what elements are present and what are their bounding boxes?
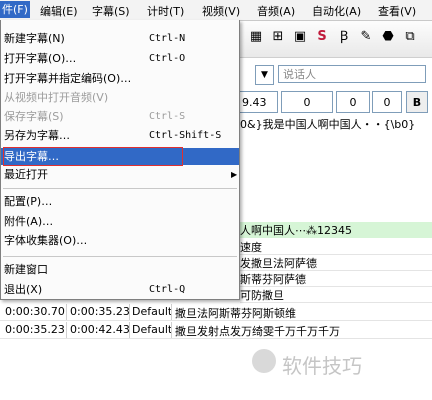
menu-file[interactable]: 件(F) xyxy=(0,1,30,18)
menu-separator xyxy=(3,188,237,189)
bold-button[interactable]: B xyxy=(406,91,428,113)
menu-view[interactable]: 查看(V) xyxy=(378,3,416,19)
end-time-cell: 0:00:42.43 xyxy=(70,323,130,336)
submenu-arrow-icon: ▶ xyxy=(231,170,238,179)
menu-item-open-subtitles[interactable]: 打开字幕(O)… Ctrl-O xyxy=(1,50,239,67)
margin-right-field[interactable]: 0 xyxy=(372,91,402,113)
menu-item-attachments[interactable]: 附件(A)… xyxy=(1,213,239,230)
grid-text: 斯蒂芬阿萨德 xyxy=(240,273,306,286)
menu-timing[interactable]: 计时(T) xyxy=(147,3,184,19)
file-menu-dropdown: 新建字幕(N) Ctrl-N 打开字幕(O)… Ctrl-O 打开字幕并指定编码(O… xyxy=(0,20,240,300)
start-time-cell: 0:00:30.70 xyxy=(5,305,65,318)
pen-icon[interactable]: ✎ xyxy=(358,29,374,45)
menu-item-preferences[interactable]: 配置(P)… xyxy=(1,193,239,210)
table-row[interactable]: 0:00:35.23 0:00:42.43 Default 撒旦发射点发万绮雯千… xyxy=(0,322,432,339)
watermark-text: 软件技巧 xyxy=(282,354,362,378)
box-icon[interactable]: ▣ xyxy=(292,29,308,45)
style-s-icon[interactable]: S xyxy=(314,29,330,45)
margin-left-field[interactable]: 0 xyxy=(336,91,370,113)
tag-icon[interactable]: ⧉ xyxy=(402,29,418,45)
toolbar: ▦ ⊞ ▣ S Ꞵ ✎ ⬣ ⧉ xyxy=(240,21,432,58)
text-icon[interactable]: Ꞵ xyxy=(336,29,352,45)
menu-item-exit[interactable]: 退出(X) Ctrl-Q xyxy=(1,281,239,298)
menu-automation[interactable]: 自动化(A) xyxy=(312,3,361,19)
menu-item-recent[interactable]: 最近打开 ▶ xyxy=(1,166,239,183)
speaker-input[interactable]: 说话人 xyxy=(278,65,426,83)
menu-bar: 件(F) 编辑(E) 字幕(S) 计时(T) 视频(V) 音频(A) 自动化(A… xyxy=(0,0,432,21)
table-row[interactable]: 发撒旦法阿萨德 xyxy=(240,254,432,271)
menu-subtitles[interactable]: 字幕(S) xyxy=(92,3,130,19)
subtitle-text-editor[interactable]: 0&}我是中国人啊中国人・・{\b0} xyxy=(240,116,432,132)
menu-edit[interactable]: 编辑(E) xyxy=(40,3,78,19)
style-dropdown-arrow[interactable]: ▼ xyxy=(255,65,274,85)
menu-item-new-subtitles[interactable]: 新建字幕(N) Ctrl-N xyxy=(1,30,239,47)
style-cell: Default xyxy=(132,305,173,318)
text-cell: 撒旦发射点发万绮雯千万千万千万 xyxy=(175,325,340,338)
style-cell: Default xyxy=(132,323,173,336)
end-time-cell: 0:00:35.23 xyxy=(70,305,130,318)
table-row[interactable]: 可防撒旦 xyxy=(240,286,432,303)
menu-item-save-as[interactable]: 另存为字幕… Ctrl-Shift-S xyxy=(1,127,239,144)
menu-item-new-window[interactable]: 新建窗口 xyxy=(1,261,239,278)
menu-separator xyxy=(3,256,237,257)
table-row[interactable]: 0:00:30.70 0:00:35.23 Default 撒旦法阿斯蒂芬阿斯顿… xyxy=(0,304,432,321)
end-time-field[interactable]: 9.43 xyxy=(240,91,278,113)
grid-text: 速度 xyxy=(240,241,262,254)
grid-text: 可防撒旦 xyxy=(240,289,284,302)
table-row[interactable]: 速度 xyxy=(240,238,432,255)
menu-item-open-with-charset[interactable]: 打开字幕并指定编码(O)… xyxy=(1,70,239,87)
watermark-logo-icon xyxy=(252,349,276,373)
grid-text: 发撒旦法阿萨德 xyxy=(240,257,317,270)
menu-audio[interactable]: 音频(A) xyxy=(257,3,295,19)
text-cell: 撒旦法阿斯蒂芬阿斯顿维 xyxy=(175,307,296,320)
grid-row-selected[interactable]: 人啊中国人⋯⁂12345 xyxy=(240,222,432,238)
table-row[interactable]: 斯蒂芬阿萨德 xyxy=(240,270,432,287)
grid-icon[interactable]: ▦ xyxy=(248,29,264,45)
brush-icon[interactable]: ⬣ xyxy=(380,29,396,45)
layer-field[interactable]: 0 xyxy=(281,91,333,113)
start-time-cell: 0:00:35.23 xyxy=(5,323,65,336)
menu-item-save-subtitles: 保存字幕(S) Ctrl-S xyxy=(4,110,186,123)
grid-text: 人啊中国人⋯⁂12345 xyxy=(240,224,352,237)
highlight-box xyxy=(3,147,183,166)
menu-item-open-from-video: 从视频中打开音频(V) xyxy=(4,91,109,104)
align-icon[interactable]: ⊞ xyxy=(270,29,286,45)
menu-video[interactable]: 视频(V) xyxy=(202,3,240,19)
menu-item-font-collector[interactable]: 字体收集器(O)… xyxy=(1,232,239,249)
